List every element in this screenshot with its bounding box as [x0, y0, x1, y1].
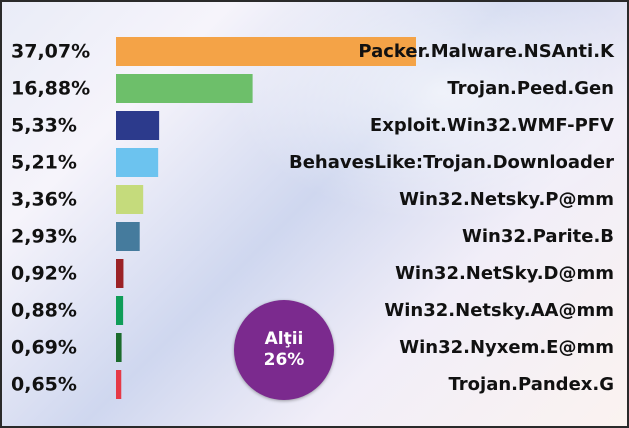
category-label-8: Win32.Nyxem.E@mm: [399, 337, 614, 358]
value-label-9: 0,65%: [11, 374, 77, 396]
value-label-8: 0,69%: [11, 337, 77, 359]
chart-frame: 37,07% Packer.Malware.NSAnti.K 16,88% Troja…: [0, 0, 629, 428]
value-label-2: 5,33%: [11, 115, 77, 137]
category-label-2: Exploit.Win32.WMF-PFV: [370, 115, 614, 136]
bar-8: [116, 333, 122, 362]
category-label-5: Win32.Parite.B: [462, 226, 614, 247]
bar-9: [116, 370, 122, 399]
category-label-7: Win32.Netsky.AA@mm: [384, 300, 614, 321]
category-label-9: Trojan.Pandex.G: [449, 374, 615, 395]
value-label-0: 37,07%: [11, 41, 90, 63]
value-label-7: 0,88%: [11, 300, 77, 322]
bar-1: [116, 74, 253, 103]
category-label-3: BehavesLike:Trojan.Downloader: [289, 152, 614, 173]
category-label-4: Win32.Netsky.P@mm: [399, 189, 614, 210]
bar-5: [116, 222, 140, 251]
value-label-1: 16,88%: [11, 78, 90, 100]
bar-2: [116, 111, 160, 140]
others-value: 26%: [263, 350, 305, 370]
bar-6: [116, 259, 124, 288]
others-label: Alţii: [264, 329, 304, 349]
value-label-5: 2,93%: [11, 226, 77, 248]
bar-7: [116, 296, 124, 325]
bar-3: [116, 148, 159, 177]
bar-4: [116, 185, 144, 214]
value-label-6: 0,92%: [11, 263, 77, 285]
value-label-4: 3,36%: [11, 189, 77, 211]
category-label-0: Packer.Malware.NSAnti.K: [358, 41, 615, 62]
category-label-6: Win32.NetSky.D@mm: [395, 263, 614, 284]
others-badge: Alţii 26%: [234, 300, 334, 400]
category-label-1: Trojan.Peed.Gen: [447, 78, 614, 99]
value-label-3: 5,21%: [11, 152, 77, 174]
